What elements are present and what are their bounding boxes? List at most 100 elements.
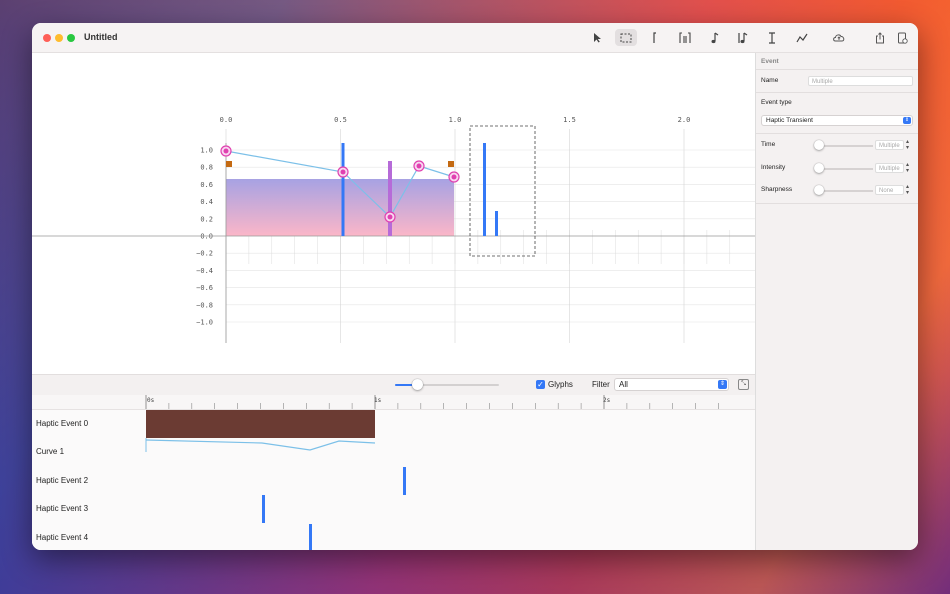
window-title: Untitled (84, 32, 118, 42)
track-label: Haptic Event 0 (36, 419, 89, 428)
divider (756, 203, 918, 204)
curve-preview (145, 438, 376, 452)
name-field[interactable]: Multiple (808, 76, 913, 86)
transient-event-marker[interactable] (483, 143, 486, 236)
glyphs-label: Glyphs (548, 380, 573, 389)
sharpness-slider-track[interactable] (818, 190, 873, 192)
y-tick-label: −0.2 (196, 250, 213, 258)
transient-event-marker[interactable] (341, 143, 345, 236)
share-button[interactable] (869, 29, 891, 46)
transient-event-marker[interactable] (495, 211, 498, 236)
ruler-label-0s: 0s (147, 397, 155, 404)
note-bar-tool-button[interactable] (732, 29, 754, 46)
y-tick-label: −0.4 (196, 267, 213, 275)
control-point-handle[interactable] (448, 161, 454, 167)
curve-point-dot (387, 214, 393, 220)
zoom-window-button[interactable] (67, 34, 75, 42)
timeline-tracks: Haptic Event 0 Curve 1 Haptic Event 2 Ha… (32, 410, 755, 550)
note-bar-icon (738, 32, 748, 43)
sharpness-field[interactable]: None (875, 185, 904, 195)
track-curve-1[interactable]: Curve 1 (32, 438, 755, 466)
track-haptic-event-4[interactable]: Haptic Event 4 (32, 524, 755, 550)
note-tool-button[interactable] (703, 29, 725, 46)
bracket-icon (653, 31, 656, 43)
cloud-upload-icon (833, 34, 845, 42)
curve-icon (796, 33, 808, 42)
text-tool-button[interactable] (761, 29, 783, 46)
event-type-label: Event type (761, 99, 792, 106)
curve-tool-button[interactable] (791, 29, 813, 46)
title-bar: Untitled (32, 23, 918, 53)
x-tick-label: 1.5 (563, 116, 576, 124)
track-label: Haptic Event 3 (36, 504, 89, 513)
ruler-label-1s: 1s (374, 397, 382, 404)
y-tick-label: −1.0 (196, 319, 213, 327)
track-haptic-event-2[interactable]: Haptic Event 2 (32, 467, 755, 495)
curve-point-dot (451, 174, 457, 180)
inspector-panel: Event Name Multiple Event type Haptic Tr… (755, 53, 918, 550)
glyphs-checkbox[interactable]: ✓ (536, 380, 545, 389)
x-tick-label: 2.0 (678, 116, 691, 124)
intensity-slider-knob[interactable] (814, 163, 824, 173)
sharpness-slider-knob[interactable] (814, 185, 824, 195)
track-haptic-event-0[interactable]: Haptic Event 0 (32, 410, 755, 438)
marquee-select-tool-button[interactable] (615, 29, 637, 46)
curve-point-dot (340, 169, 346, 175)
y-tick-label: −0.6 (196, 284, 213, 292)
y-tick-label: 0.6 (200, 181, 213, 189)
chevron-updown-icon: ⇕ (718, 380, 727, 389)
pointer-tool-button[interactable] (586, 29, 608, 46)
note-icon (711, 32, 718, 43)
text-cursor-icon (769, 31, 775, 44)
y-tick-label: 0.8 (200, 164, 213, 172)
transient-event-marker[interactable] (388, 161, 392, 236)
haptic-graph[interactable]: 0.0 0.5 1.0 1.5 2.0 1.0 0.8 0.6 0.4 0.2 0.0 −0.2 −0… (32, 53, 755, 373)
transient-event-block[interactable] (403, 467, 406, 495)
inspector-section-title: Event (761, 58, 779, 65)
filter-select[interactable]: All ⇕ (614, 378, 729, 391)
editor-area: 0.0 0.5 1.0 1.5 2.0 1.0 0.8 0.6 0.4 0.2 0.0 −0.2 −0… (32, 53, 755, 550)
x-tick-label: 0.5 (334, 116, 347, 124)
curve-point-dot (416, 163, 422, 169)
event-type-select[interactable]: Haptic Transient ⇕ (761, 115, 913, 126)
marquee-select-icon (620, 33, 632, 42)
sharpness-stepper[interactable]: ▴ ▾ (906, 184, 909, 196)
fit-view-button[interactable]: ⤡ (738, 379, 749, 390)
control-point-handle[interactable] (226, 161, 232, 167)
y-axis-ticks: 1.0 0.8 0.6 0.4 0.2 0.0 −0.2 −0.4 −0.6 −0.8 −1.0 (196, 147, 213, 327)
pointer-icon (594, 33, 601, 43)
event-type-value: Haptic Transient (766, 117, 813, 124)
time-label: Time (761, 141, 776, 148)
transient-event-block[interactable] (262, 495, 265, 523)
y-tick-label: 0.0 (200, 233, 213, 241)
app-window: Untitled 0.0 0.5 1.0 1.5 2.0 1.0 0.8 0.6… (32, 23, 918, 550)
divider (756, 133, 918, 134)
intensity-stepper[interactable]: ▴ ▾ (906, 162, 909, 174)
time-slider-knob[interactable] (814, 140, 824, 150)
timeline-controls-bar: ✓ Glyphs Filter All ⇕ ⤡ (32, 374, 755, 396)
intensity-field[interactable]: Multiple (875, 163, 904, 173)
time-field[interactable]: Multiple (875, 140, 904, 150)
continuous-event-block[interactable] (146, 410, 375, 438)
bracket-pair-icon (679, 31, 691, 43)
x-tick-label: 0.0 (220, 116, 233, 124)
time-stepper[interactable]: ▴ ▾ (906, 139, 909, 151)
intensity-slider-track[interactable] (818, 168, 873, 170)
filter-label: Filter (592, 380, 610, 389)
track-haptic-event-3[interactable]: Haptic Event 3 (32, 495, 755, 523)
bracket-tool-button[interactable] (644, 29, 666, 46)
y-tick-label: 0.4 (200, 198, 213, 206)
bracket-pair-tool-button[interactable] (674, 29, 696, 46)
continuous-event-area[interactable] (226, 179, 454, 236)
sharpness-label: Sharpness (761, 186, 793, 193)
track-label: Haptic Event 4 (36, 533, 89, 542)
minimize-window-button[interactable] (55, 34, 63, 42)
close-window-button[interactable] (43, 34, 51, 42)
time-slider-track[interactable] (818, 145, 873, 147)
y-tick-label: −0.8 (196, 301, 213, 309)
transient-event-block[interactable] (309, 524, 312, 550)
cloud-upload-button[interactable] (828, 29, 850, 46)
share-icon (876, 31, 884, 43)
zoom-slider-knob[interactable] (412, 379, 424, 390)
inspector-toggle-button[interactable] (891, 29, 913, 46)
